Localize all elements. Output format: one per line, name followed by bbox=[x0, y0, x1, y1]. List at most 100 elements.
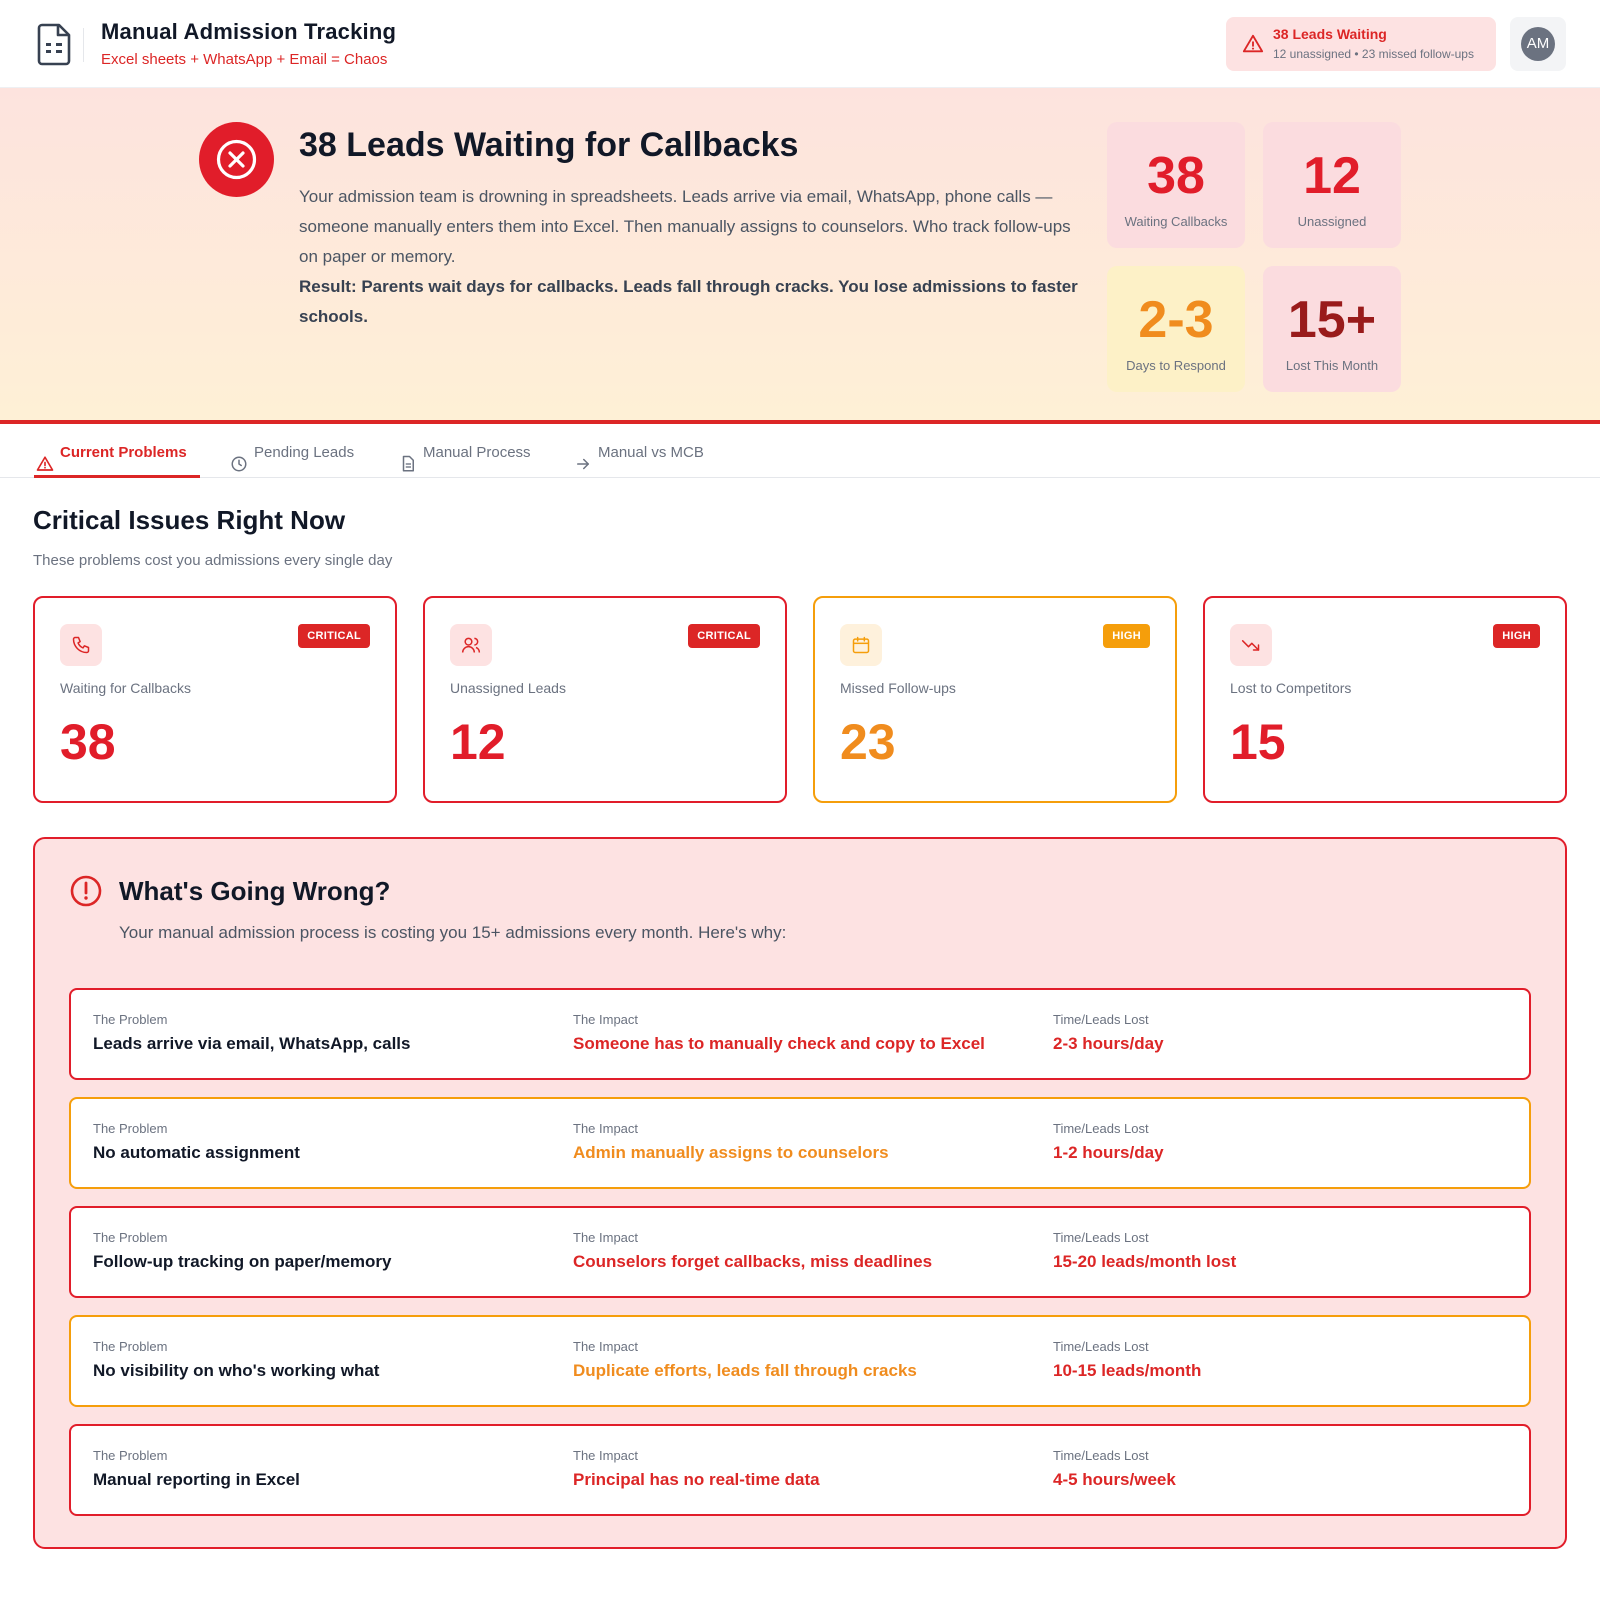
stat-label: Waiting Callbacks bbox=[1124, 214, 1228, 229]
problem-row: The Problem Follow-up tracking on paper/m… bbox=[69, 1206, 1531, 1298]
stat-value: 2-3 bbox=[1138, 291, 1214, 349]
avatar: AM bbox=[1521, 27, 1555, 61]
column-header: Time/Leads Lost bbox=[1053, 1121, 1149, 1136]
column-header: The Problem bbox=[93, 1230, 168, 1245]
document-icon bbox=[399, 444, 417, 472]
users-icon bbox=[450, 624, 492, 666]
problem-row: The Problem Leads arrive via email, Whats… bbox=[69, 988, 1531, 1080]
column-header: The Problem bbox=[93, 1448, 168, 1463]
leads-alert-pill[interactable]: 38 Leads Waiting 12 unassigned • 23 miss… bbox=[1226, 17, 1496, 71]
severity-badge: HIGH bbox=[1103, 624, 1150, 648]
panel-subtitle: Your manual admission process is costing… bbox=[119, 923, 787, 942]
problem-text: Follow-up tracking on paper/memory bbox=[93, 1252, 392, 1271]
card-label: Missed Follow-ups bbox=[840, 680, 956, 696]
problem-text: No visibility on who's working what bbox=[93, 1361, 380, 1380]
tab-label: Pending Leads bbox=[254, 444, 355, 461]
hero-banner: 38 Leads Waiting for Callbacks Your admi… bbox=[0, 88, 1600, 424]
card-value: 12 bbox=[450, 714, 506, 770]
card-value: 15 bbox=[1230, 714, 1286, 770]
stat-waiting-callbacks: 38 Waiting Callbacks bbox=[1107, 122, 1245, 248]
stat-value: 15+ bbox=[1287, 291, 1377, 349]
column-header: Time/Leads Lost bbox=[1053, 1448, 1149, 1463]
tab-label: Manual Process bbox=[423, 444, 531, 461]
warning-icon bbox=[36, 444, 54, 471]
severity-badge: CRITICAL bbox=[298, 624, 370, 648]
stat-label: Lost This Month bbox=[1285, 358, 1379, 373]
tab-label: Current Problems bbox=[60, 444, 187, 461]
app-subtitle: Excel sheets + WhatsApp + Email = Chaos bbox=[101, 51, 388, 68]
card-label: Waiting for Callbacks bbox=[60, 680, 191, 696]
problem-row: The Problem No visibility on who's workin… bbox=[69, 1315, 1531, 1407]
tab-current-problems[interactable]: Current Problems bbox=[34, 428, 200, 478]
lost-text: 15-20 leads/month lost bbox=[1053, 1252, 1237, 1271]
alert-circle-icon bbox=[69, 874, 103, 908]
alert-subtitle: 12 unassigned • 23 missed follow-ups bbox=[1273, 47, 1474, 61]
problem-row: The Problem Manual reporting in Excel The… bbox=[69, 1424, 1531, 1516]
impact-text: Principal has no real-time data bbox=[573, 1470, 820, 1489]
header-divider bbox=[83, 28, 84, 62]
phone-icon bbox=[60, 624, 102, 666]
column-header: The Problem bbox=[93, 1339, 168, 1354]
severity-badge: CRITICAL bbox=[688, 624, 760, 648]
hero-body-text: Your admission team is drowning in sprea… bbox=[299, 187, 1071, 266]
arrow-right-icon bbox=[574, 444, 592, 470]
user-menu[interactable]: AM bbox=[1510, 17, 1566, 71]
lost-text: 2-3 hours/day bbox=[1053, 1034, 1164, 1053]
column-header: The Impact bbox=[573, 1230, 639, 1245]
top-bar: Manual Admission Tracking Excel sheets +… bbox=[0, 0, 1600, 88]
column-header: The Impact bbox=[573, 1448, 639, 1463]
app-title: Manual Admission Tracking bbox=[101, 19, 397, 44]
card-label: Unassigned Leads bbox=[450, 680, 566, 696]
section-title: Critical Issues Right Now bbox=[33, 505, 346, 535]
column-header: The Problem bbox=[93, 1121, 168, 1136]
column-header: The Impact bbox=[573, 1121, 639, 1136]
card-value: 38 bbox=[60, 714, 116, 770]
problem-text: Leads arrive via email, WhatsApp, calls bbox=[93, 1034, 411, 1053]
column-header: The Impact bbox=[573, 1339, 639, 1354]
impact-text: Someone has to manually check and copy t… bbox=[573, 1034, 985, 1053]
column-header: Time/Leads Lost bbox=[1053, 1230, 1149, 1245]
alert-title: 38 Leads Waiting bbox=[1273, 26, 1387, 42]
document-logo-icon bbox=[36, 22, 72, 66]
lost-text: 4-5 hours/week bbox=[1053, 1470, 1176, 1489]
issue-card-unassigned-leads[interactable]: CRITICAL Unassigned Leads 12 bbox=[423, 596, 787, 803]
card-value: 23 bbox=[840, 714, 896, 770]
whats-going-wrong-panel: What's Going Wrong? Your manual admissio… bbox=[33, 837, 1567, 1549]
impact-text: Admin manually assigns to counselors bbox=[573, 1143, 889, 1162]
close-circle-icon bbox=[199, 122, 274, 197]
stat-lost-this-month: 15+ Lost This Month bbox=[1263, 266, 1401, 392]
column-header: Time/Leads Lost bbox=[1053, 1339, 1149, 1354]
column-header: The Problem bbox=[93, 1012, 168, 1027]
trending-down-icon bbox=[1230, 624, 1272, 666]
tab-pending-leads[interactable]: Pending Leads bbox=[228, 428, 354, 478]
stat-value: 12 bbox=[1303, 147, 1361, 205]
impact-text: Duplicate efforts, leads fall through cr… bbox=[573, 1361, 917, 1380]
problem-text: Manual reporting in Excel bbox=[93, 1470, 300, 1489]
problem-row: The Problem No automatic assignment The I… bbox=[69, 1097, 1531, 1189]
stat-days-to-respond: 2-3 Days to Respond bbox=[1107, 266, 1245, 392]
clock-icon bbox=[230, 444, 248, 472]
warning-icon bbox=[1242, 33, 1264, 55]
tab-bar: Current Problems Pending Leads Manual Pr… bbox=[0, 428, 1600, 478]
column-header: The Impact bbox=[573, 1012, 639, 1027]
stat-label: Unassigned bbox=[1297, 214, 1367, 229]
stat-value: 38 bbox=[1147, 147, 1205, 205]
tab-manual-vs-mcb[interactable]: Manual vs MCB bbox=[572, 428, 704, 478]
column-header: Time/Leads Lost bbox=[1053, 1012, 1149, 1027]
panel-title: What's Going Wrong? bbox=[119, 876, 391, 906]
card-label: Lost to Competitors bbox=[1230, 680, 1352, 696]
issue-card-missed-follow-ups[interactable]: HIGH Missed Follow-ups 23 bbox=[813, 596, 1177, 803]
problem-text: No automatic assignment bbox=[93, 1143, 300, 1162]
hero-result-text: Result: Parents wait days for callbacks.… bbox=[299, 277, 1078, 326]
stat-label: Days to Respond bbox=[1126, 358, 1226, 373]
tab-label: Manual vs MCB bbox=[598, 444, 704, 461]
issue-card-lost-to-competitors[interactable]: HIGH Lost to Competitors 15 bbox=[1203, 596, 1567, 803]
stat-unassigned: 12 Unassigned bbox=[1263, 122, 1401, 248]
section-subtitle: These problems cost you admissions every… bbox=[33, 552, 393, 569]
severity-badge: HIGH bbox=[1493, 624, 1540, 648]
tab-manual-process[interactable]: Manual Process bbox=[397, 428, 531, 478]
impact-text: Counselors forget callbacks, miss deadli… bbox=[573, 1252, 933, 1271]
issue-card-waiting-callbacks[interactable]: CRITICAL Waiting for Callbacks 38 bbox=[33, 596, 397, 803]
lost-text: 1-2 hours/day bbox=[1053, 1143, 1164, 1162]
calendar-icon bbox=[840, 624, 882, 666]
